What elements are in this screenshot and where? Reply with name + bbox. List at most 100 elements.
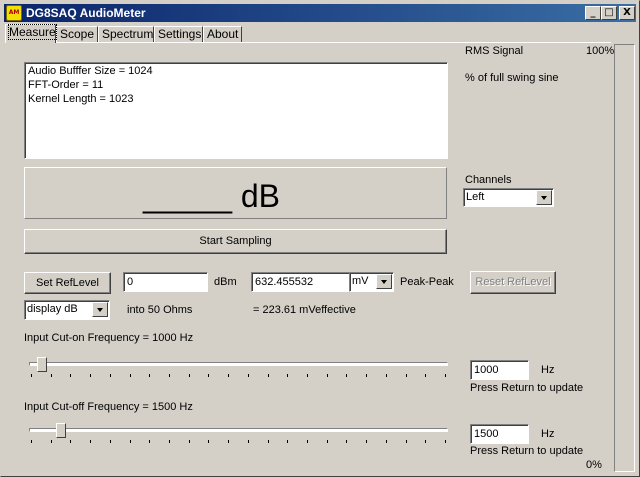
cut-on-unit: Hz — [541, 364, 555, 376]
slider-tick — [208, 440, 209, 443]
channels-label: Channels — [465, 174, 512, 186]
rms-level-bar — [614, 44, 635, 472]
slider-tick — [366, 374, 367, 377]
slider-thumb[interactable] — [56, 423, 66, 438]
tab-about[interactable]: About — [203, 26, 242, 43]
mv-field[interactable]: 632.455532 — [251, 272, 350, 292]
display-mode-select[interactable]: display dB — [24, 300, 110, 320]
slider-tick — [90, 440, 91, 443]
slider-tick — [425, 374, 426, 377]
rms-label: RMS Signal — [465, 45, 524, 57]
reading-panel: _____ dB — [24, 167, 447, 219]
set-reflevel-button[interactable]: Set RefLevel — [24, 272, 111, 294]
cut-off-unit: Hz — [541, 428, 555, 440]
slider-tick — [327, 374, 328, 377]
cut-off-label: Input Cut-off Frequency = 1500 Hz — [24, 401, 193, 413]
maximize-button[interactable]: □ — [601, 6, 617, 20]
minimize-button[interactable]: _ — [585, 6, 601, 20]
slider-tick — [228, 440, 229, 443]
db-readout: _____ dB — [143, 178, 280, 214]
slider-tick — [189, 440, 190, 443]
rms-caption: % of full swing sine — [465, 72, 559, 84]
info-memo[interactable]: Audio Bufffer Size = 1024 FFT-Order = 11… — [24, 62, 448, 159]
slider-tick — [346, 440, 347, 443]
memo-line: Audio Bufffer Size = 1024 — [28, 65, 153, 77]
tab-panel-border — [5, 42, 611, 43]
slider-tick — [228, 374, 229, 377]
tab-label: Scope — [60, 27, 95, 41]
cut-off-field[interactable]: 1500 — [470, 424, 529, 444]
cut-off-hint: Press Return to update — [470, 445, 584, 457]
title-bar[interactable]: AM DG8SAQ AudioMeter _ □ X — [4, 4, 636, 22]
slider-tick — [31, 374, 32, 377]
tab-settings[interactable]: Settings — [154, 26, 203, 43]
slider-tick — [70, 374, 71, 377]
window-title: DG8SAQ AudioMeter — [26, 6, 146, 20]
slider-tick — [248, 440, 249, 443]
db-unit: dB — [240, 178, 281, 214]
slider-tick — [110, 374, 111, 377]
dbm-unit-label: dBm — [214, 276, 237, 288]
tab-spectrum[interactable]: Spectrum — [98, 26, 154, 43]
reset-reflevel-button[interactable]: Reset RefLevel — [470, 271, 556, 294]
slider-tick — [169, 374, 170, 377]
slider-tick — [425, 440, 426, 443]
slider-tick — [445, 374, 446, 377]
db-value: _____ — [143, 178, 232, 214]
tab-measure[interactable]: Measure — [5, 24, 57, 43]
slider-tick — [406, 374, 407, 377]
rms-bottom-percent: 0% — [586, 459, 602, 471]
chevron-down-icon[interactable] — [376, 274, 392, 289]
slider-tick — [130, 374, 131, 377]
dbm-field[interactable]: 0 — [123, 272, 208, 292]
channels-select[interactable]: Left — [463, 188, 554, 207]
slider-tick — [366, 440, 367, 443]
rms-top-percent: 100% — [586, 45, 615, 57]
slider-tick — [110, 440, 111, 443]
tab-label: Measure — [8, 24, 57, 40]
app-icon[interactable]: AM — [6, 5, 22, 21]
slider-tick — [287, 374, 288, 377]
slider-tick — [346, 374, 347, 377]
tab-scope[interactable]: Scope — [56, 26, 98, 43]
slider-groove — [29, 362, 448, 366]
mv-unit-select[interactable]: mV — [349, 272, 394, 292]
cut-on-label: Input Cut-on Frequency = 1000 Hz — [24, 332, 194, 344]
close-button[interactable]: X — [619, 6, 635, 20]
tab-label: Settings — [158, 27, 202, 41]
cut-on-field[interactable]: 1000 — [470, 360, 529, 380]
slider-tick — [386, 440, 387, 443]
slider-tick — [327, 440, 328, 443]
slider-tick — [445, 440, 446, 443]
slider-tick — [189, 374, 190, 377]
slider-tick — [287, 440, 288, 443]
slider-tick — [31, 440, 32, 443]
cut-off-slider[interactable] — [29, 423, 448, 445]
ohms-label: into 50 Ohms — [127, 304, 193, 316]
audiometer-window: AM DG8SAQ AudioMeter _ □ X Measure Scope… — [0, 0, 640, 477]
cut-on-hint: Press Return to update — [470, 382, 584, 394]
chevron-down-icon[interactable] — [92, 302, 108, 317]
slider-tick — [149, 374, 150, 377]
slider-tick — [51, 374, 52, 377]
slider-tick — [70, 440, 71, 443]
slider-groove — [29, 428, 448, 432]
memo-line: Kernel Length = 1023 — [28, 93, 134, 105]
slider-tick — [386, 374, 387, 377]
mv-unit-value: mV — [352, 275, 369, 287]
start-sampling-button[interactable]: Start Sampling — [24, 229, 447, 254]
effective-value-label: = 223.61 mVeffective — [253, 304, 356, 316]
slider-tick — [268, 374, 269, 377]
tab-label: About — [207, 27, 239, 41]
slider-tick — [307, 440, 308, 443]
slider-tick — [248, 374, 249, 377]
slider-tick — [406, 440, 407, 443]
chevron-down-icon[interactable] — [536, 190, 552, 205]
cut-on-slider[interactable] — [29, 357, 448, 379]
slider-thumb[interactable] — [37, 357, 47, 372]
tab-label: Spectrum — [102, 27, 154, 41]
slider-tick — [208, 374, 209, 377]
channels-value: Left — [466, 191, 485, 203]
slider-tick — [268, 440, 269, 443]
slider-tick — [169, 440, 170, 443]
